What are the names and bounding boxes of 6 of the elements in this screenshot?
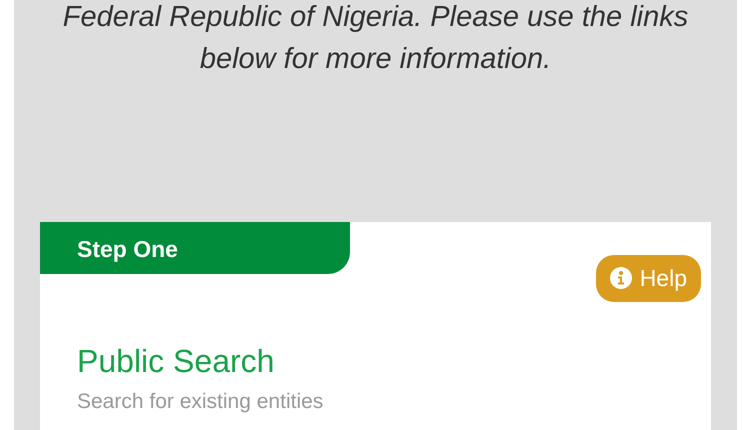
step-label: Step One xyxy=(40,222,350,274)
info-icon xyxy=(610,267,632,290)
card-title[interactable]: Public Search xyxy=(77,342,711,380)
card-subtitle: Search for existing entities xyxy=(77,388,324,415)
help-button[interactable]: Help xyxy=(596,255,701,302)
intro-text: Federal Republic of Nigeria. Please use the links below for more information. xyxy=(62,0,690,77)
